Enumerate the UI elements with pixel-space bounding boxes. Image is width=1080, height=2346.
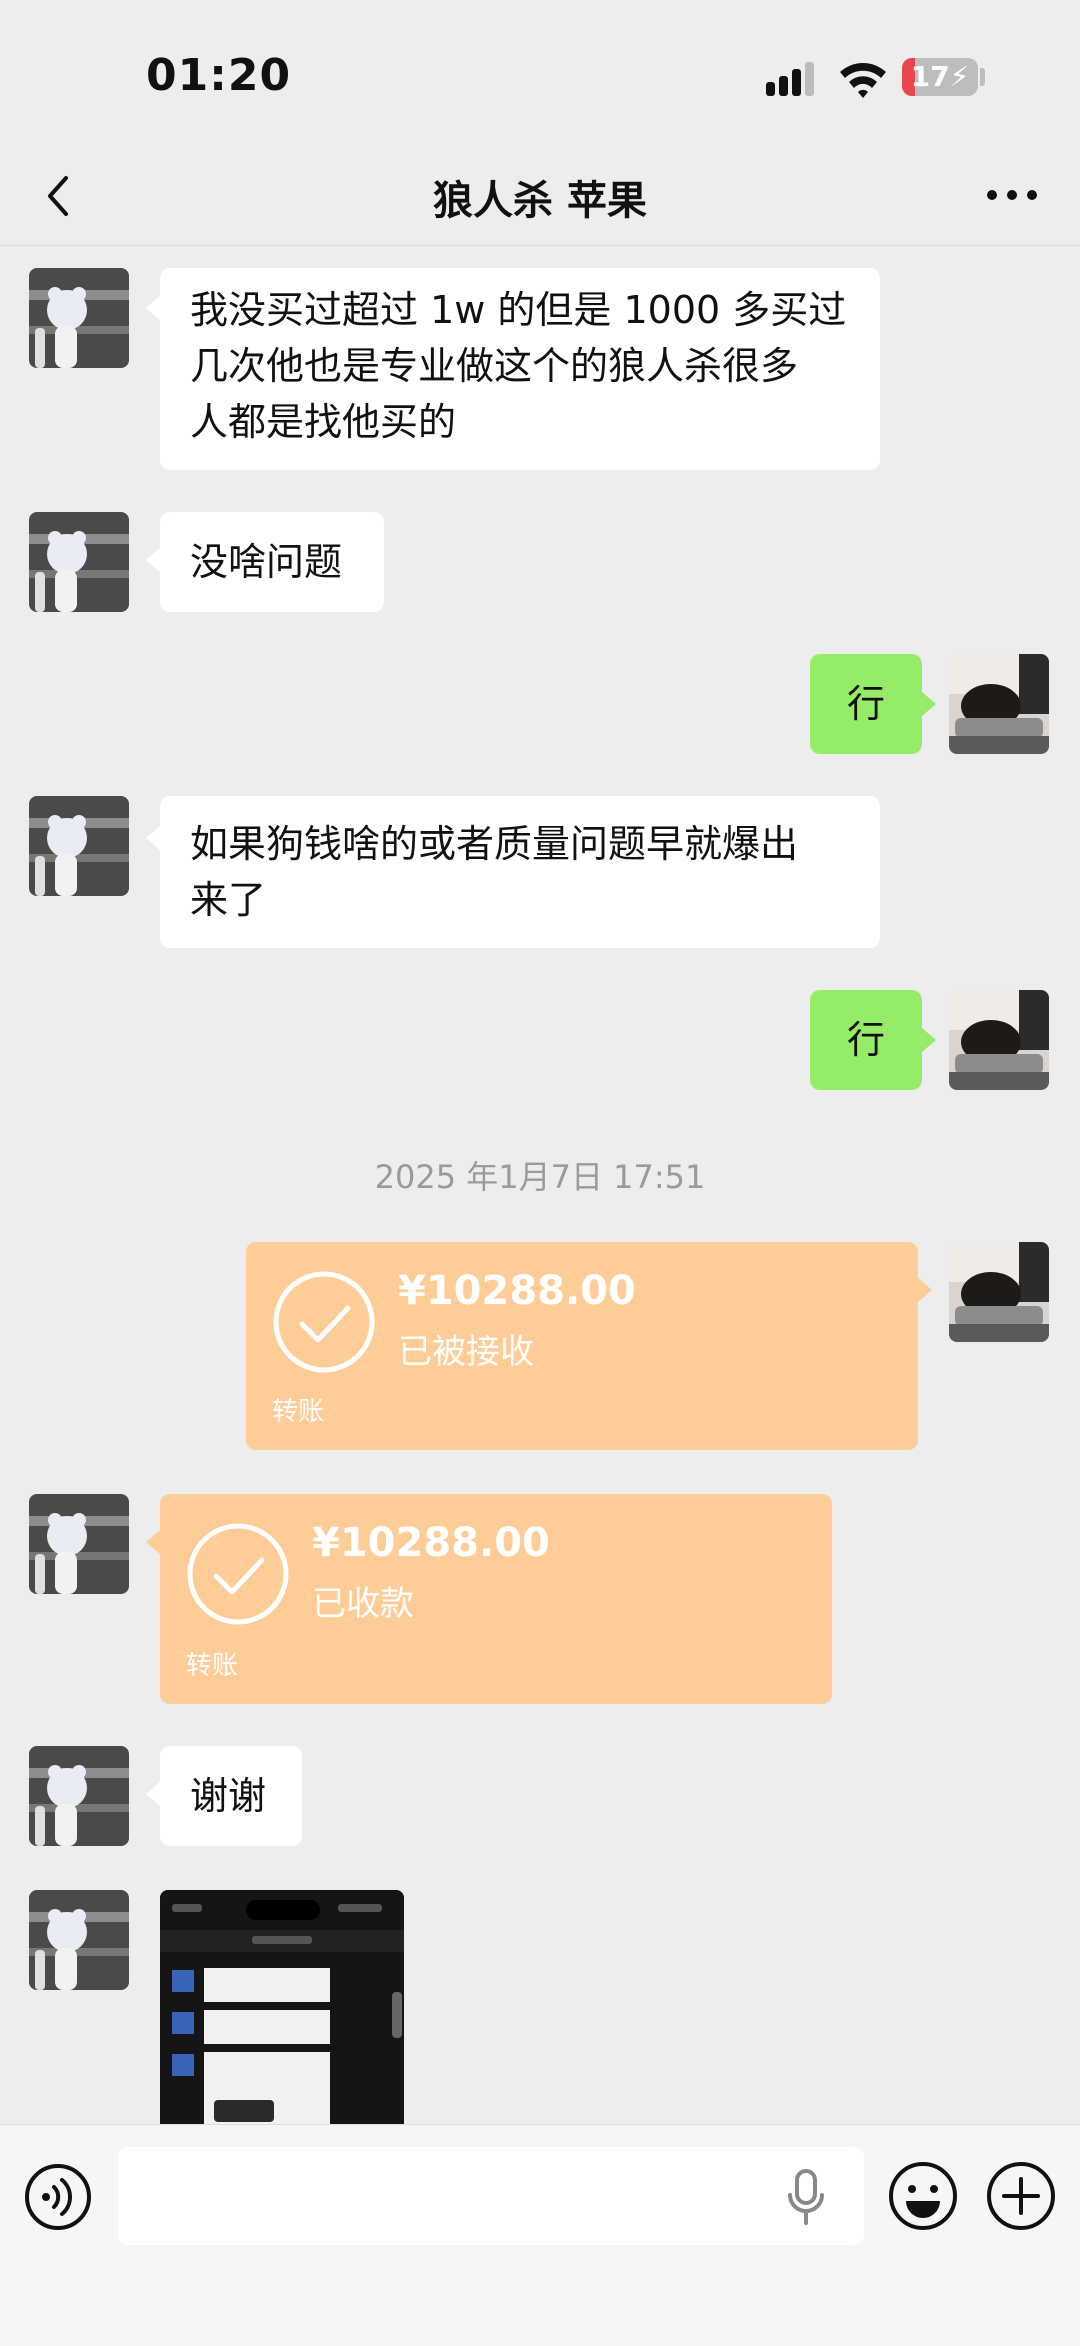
message-bubble-incoming[interactable]: 没啥问题: [160, 512, 384, 612]
my-avatar[interactable]: [949, 1242, 1049, 1342]
transfer-card-outgoing[interactable]: ¥10288.00 已被接收 转账: [246, 1242, 918, 1450]
contact-avatar[interactable]: [29, 1746, 129, 1846]
emoji-smile-icon[interactable]: [888, 2161, 958, 2231]
message-line: 如果狗钱啥的或者质量问题早就爆出: [190, 822, 799, 866]
status-time: 01:20: [146, 50, 292, 101]
message-bubble-incoming[interactable]: 如果狗钱啥的或者质量问题早就爆出 来了: [160, 796, 880, 948]
message-text-input[interactable]: [118, 2147, 864, 2245]
battery-level: 17⚡: [910, 60, 970, 93]
message-input-bar: [0, 2124, 1080, 2346]
image-message-thumbnail[interactable]: [160, 1890, 404, 2126]
message-line: 我没买过超过 1w 的但是 1000 多买过: [190, 288, 847, 332]
message-line: 人都是找他买的: [190, 400, 457, 444]
check-circle-icon: [273, 1271, 375, 1373]
cellular-signal-icon: [766, 60, 822, 96]
battery-tip: [980, 68, 985, 86]
message-line: 几次他也是专业做这个的狼人杀很多: [190, 344, 799, 388]
transfer-status: 已被接收: [398, 1332, 534, 1372]
bubble-tail: [146, 1782, 160, 1806]
transfer-amount: ¥10288.00: [398, 1268, 636, 1314]
wifi-icon: [840, 63, 886, 98]
chat-screen: 01:20 17⚡ 狼人杀 苹果 我没买过超过 1w 的但是 1000 多买过 …: [0, 0, 1080, 2346]
chat-header: 狼人杀 苹果: [0, 150, 1080, 246]
transfer-card-incoming[interactable]: ¥10288.00 已收款 转账: [160, 1494, 832, 1704]
bubble-tail: [146, 548, 160, 572]
transfer-amount: ¥10288.00: [312, 1520, 550, 1566]
chat-title: 狼人杀 苹果: [433, 178, 647, 224]
voice-wave-icon[interactable]: [24, 2163, 92, 2231]
bubble-tail: [918, 1278, 932, 1302]
status-bar: 01:20 17⚡: [0, 0, 1080, 150]
message-bubble-incoming[interactable]: 谢谢: [160, 1746, 302, 1846]
message-bubble-outgoing[interactable]: 行: [810, 654, 922, 754]
message-bubble-outgoing[interactable]: 行: [810, 990, 922, 1090]
message-line: 行: [846, 682, 885, 726]
message-line: 没啥问题: [190, 540, 343, 584]
bubble-tail: [146, 826, 160, 850]
bubble-tail: [146, 1530, 160, 1554]
contact-avatar[interactable]: [29, 1890, 129, 1990]
contact-avatar[interactable]: [29, 512, 129, 612]
bubble-tail: [922, 1028, 936, 1052]
check-circle-icon: [187, 1523, 289, 1625]
transfer-status: 已收款: [312, 1584, 414, 1624]
message-line: 行: [846, 1018, 885, 1062]
battery-indicator: 17⚡: [902, 58, 978, 96]
transfer-label: 转账: [272, 1397, 325, 1427]
contact-avatar[interactable]: [29, 796, 129, 896]
message-line: 谢谢: [190, 1774, 267, 1818]
my-avatar[interactable]: [949, 654, 1049, 754]
message-bubble-incoming[interactable]: 我没买过超过 1w 的但是 1000 多买过 几次他也是专业做这个的狼人杀很多 …: [160, 268, 880, 470]
plus-circle-icon[interactable]: [986, 2161, 1056, 2231]
contact-avatar[interactable]: [29, 268, 129, 368]
microphone-icon[interactable]: [786, 2169, 826, 2225]
bubble-tail: [146, 296, 160, 320]
contact-avatar[interactable]: [29, 1494, 129, 1594]
more-dots-icon[interactable]: [980, 180, 1044, 210]
message-timestamp: 2025 年1月7日 17:51: [374, 1158, 706, 1196]
transfer-label: 转账: [186, 1651, 239, 1681]
bubble-tail: [922, 692, 936, 716]
message-line: 来了: [190, 878, 267, 922]
my-avatar[interactable]: [949, 990, 1049, 1090]
